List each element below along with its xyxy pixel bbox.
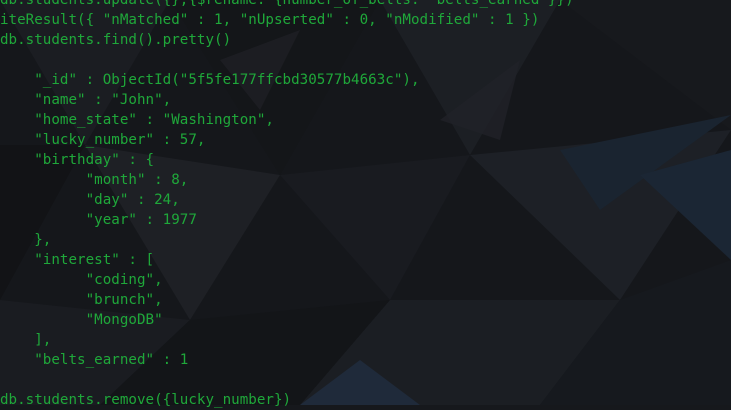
- output-line: "year" : 1977: [0, 212, 197, 228]
- output-line: "birthday" : {: [0, 152, 155, 168]
- output-line: "day" : 24,: [0, 192, 180, 208]
- output-line: "MongoDB": [0, 312, 163, 328]
- output-line: "_id" : ObjectId("5f5fe177ffcbd30577b466…: [0, 72, 420, 88]
- output-line: "month" : 8,: [0, 172, 189, 188]
- command-line: db.students.remove({lucky_number}): [0, 392, 292, 408]
- output-line: "home_state" : "Washington",: [0, 112, 274, 128]
- output-line: ],: [0, 332, 52, 348]
- command-line: db.students.update({},{$rename: {number_…: [0, 0, 574, 8]
- output-line: iteResult({ "nMatched" : 1, "nUpserted" …: [0, 12, 540, 28]
- output-line: "belts_earned" : 1: [0, 352, 189, 368]
- terminal-output: db.students.update({},{$rename: {number_…: [0, 0, 731, 408]
- command-line: db.students.find().pretty(): [0, 32, 232, 48]
- output-line: "interest" : [: [0, 252, 155, 268]
- output-line: "brunch",: [0, 292, 163, 308]
- output-line: },: [0, 232, 52, 248]
- output-line: "name" : "John",: [0, 92, 172, 108]
- output-line: "lucky_number" : 57,: [0, 132, 206, 148]
- output-line: "coding",: [0, 272, 163, 288]
